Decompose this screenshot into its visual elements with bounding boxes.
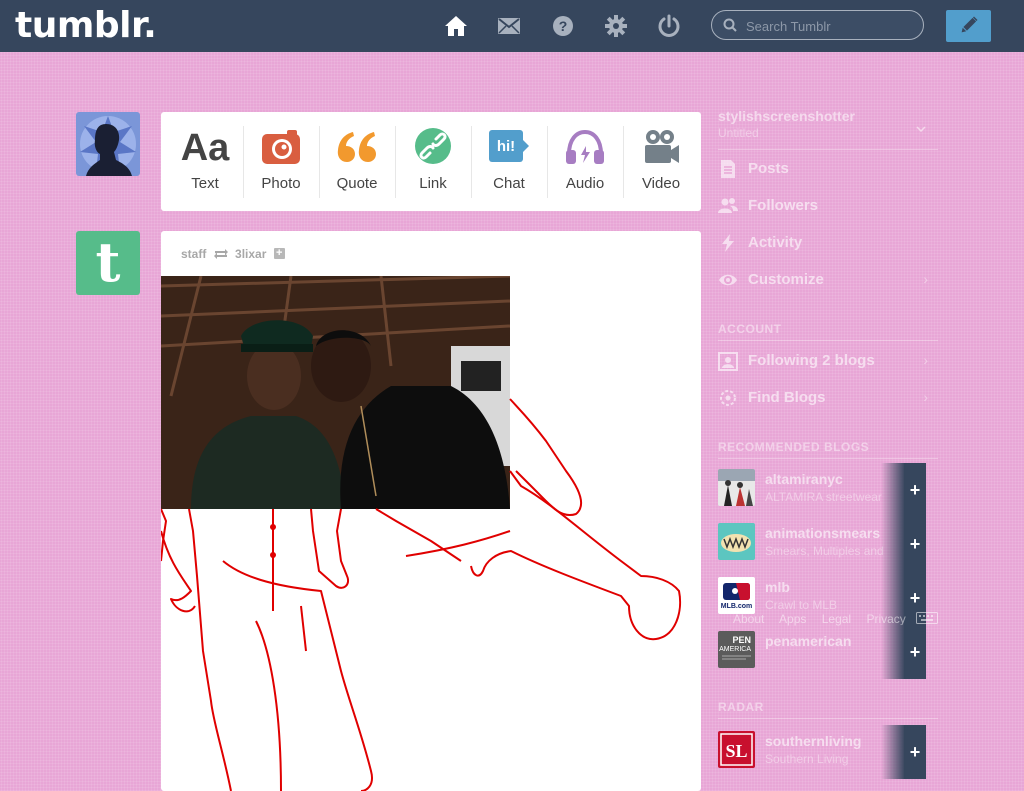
followers-icon: [718, 198, 738, 213]
recommended-heading: RECOMMENDED BLOGS: [718, 440, 870, 454]
blog-name[interactable]: stylishscreenshotter: [718, 108, 938, 124]
home-icon[interactable]: [444, 14, 468, 38]
follow-plus-icon[interactable]: +: [273, 248, 285, 260]
activity-icon: [722, 234, 734, 252]
posts-icon: [721, 160, 735, 178]
blog-subtitle: Untitled: [718, 126, 759, 140]
recommended-blog[interactable]: PEN AMERICA penamerican +: [718, 625, 938, 679]
reblog-icon: [213, 248, 228, 259]
following-icon: [718, 352, 738, 371]
post-type-video[interactable]: Video: [623, 112, 699, 211]
user-avatar[interactable]: [76, 112, 140, 176]
blog-thumbnail: [718, 523, 755, 560]
tumblr-logo[interactable]: tumblr.: [15, 5, 157, 46]
eye-icon: [719, 274, 737, 286]
power-icon[interactable]: [657, 14, 681, 38]
chevron-right-icon: ›: [923, 389, 928, 405]
svg-text:PEN: PEN: [732, 635, 751, 645]
post-type-audio[interactable]: Audio: [547, 112, 623, 211]
svg-text:?: ?: [559, 18, 568, 34]
svg-text:hi!: hi!: [497, 138, 515, 155]
chevron-right-icon: ›: [923, 352, 928, 368]
headphones-icon: [566, 129, 604, 164]
sidebar-blog-header[interactable]: stylishscreenshotter Untitled: [718, 108, 938, 140]
blog-thumbnail: SL: [718, 731, 755, 768]
post-type-chat[interactable]: hi! Chat: [471, 112, 547, 211]
post-type-quote[interactable]: Quote: [319, 112, 395, 211]
chevron-down-icon[interactable]: [916, 126, 926, 132]
top-bar: tumblr. ?: [0, 0, 1024, 52]
post-author-avatar[interactable]: t: [76, 231, 140, 295]
post-type-link[interactable]: Link: [395, 112, 471, 211]
follow-button[interactable]: +: [904, 625, 926, 679]
footer-link-legal[interactable]: Legal: [822, 612, 851, 626]
video-camera-icon: [645, 130, 679, 163]
quote-icon: [337, 132, 376, 162]
follow-button[interactable]: +: [904, 725, 926, 779]
sidebar-item-following[interactable]: Following 2 blogs ›: [718, 343, 938, 379]
search-icon: [723, 18, 737, 32]
post-photo[interactable]: [161, 276, 510, 509]
search-box[interactable]: [711, 10, 924, 40]
sidebar-item-customize[interactable]: Customize ›: [718, 262, 938, 298]
text-icon: Aa: [180, 127, 230, 169]
svg-text:SL: SL: [725, 741, 747, 761]
svg-text:AMERICA: AMERICA: [719, 646, 751, 653]
compass-icon: [720, 390, 736, 406]
mail-icon[interactable]: [497, 14, 521, 38]
help-icon[interactable]: ?: [551, 14, 575, 38]
footer-link-privacy[interactable]: Privacy: [866, 612, 905, 626]
blog-thumbnail: [718, 469, 755, 506]
blog-thumbnail: PEN AMERICA: [718, 631, 755, 668]
silhouette-avatar-image: [80, 116, 136, 176]
follow-button[interactable]: +: [904, 463, 926, 517]
blog-thumbnail: MLB.com: [718, 577, 755, 614]
recommended-blog[interactable]: altamiranyc ALTAMIRA streetwear +: [718, 463, 938, 517]
footer-links: About Apps Legal Privacy: [733, 612, 918, 626]
radar-blog[interactable]: SL southernliving Southern Living +: [718, 725, 938, 779]
follow-button[interactable]: +: [904, 517, 926, 571]
gear-icon[interactable]: [604, 14, 628, 38]
footer-link-apps[interactable]: Apps: [779, 612, 806, 626]
sidebar-item-find-blogs[interactable]: Find Blogs ›: [718, 380, 938, 416]
post-type-bar: Aa Text Photo Quote Link hi! Chat Audio …: [161, 112, 701, 211]
footer-link-about[interactable]: About: [733, 612, 764, 626]
post-type-photo[interactable]: Photo: [243, 112, 319, 211]
dashboard-post: staff 3lixar +: [161, 231, 701, 791]
reblog-source-link[interactable]: 3lixar: [235, 247, 266, 261]
camera-icon: [262, 130, 300, 164]
post-header: staff 3lixar +: [181, 246, 285, 261]
chat-icon: hi!: [489, 130, 529, 162]
tumblr-t-logo: t: [95, 231, 121, 294]
post-type-text[interactable]: Aa Text: [167, 112, 243, 211]
chevron-right-icon: ›: [923, 271, 928, 287]
svg-text:MLB.com: MLB.com: [721, 603, 753, 610]
pencil-icon: [961, 16, 978, 33]
sidebar-item-followers[interactable]: Followers: [718, 188, 938, 224]
compose-button[interactable]: [946, 10, 991, 42]
keyboard-icon[interactable]: [916, 612, 938, 624]
post-author-link[interactable]: staff: [181, 247, 206, 261]
sidebar-item-activity[interactable]: Activity: [718, 225, 938, 261]
radar-heading: RADAR: [718, 700, 764, 714]
account-heading: ACCOUNT: [718, 322, 782, 336]
link-icon: [415, 128, 451, 164]
sidebar-item-posts[interactable]: Posts: [718, 151, 938, 187]
search-input[interactable]: [744, 16, 918, 36]
recommended-blog[interactable]: animationsmears Smears, Multiples and mo…: [718, 517, 938, 571]
